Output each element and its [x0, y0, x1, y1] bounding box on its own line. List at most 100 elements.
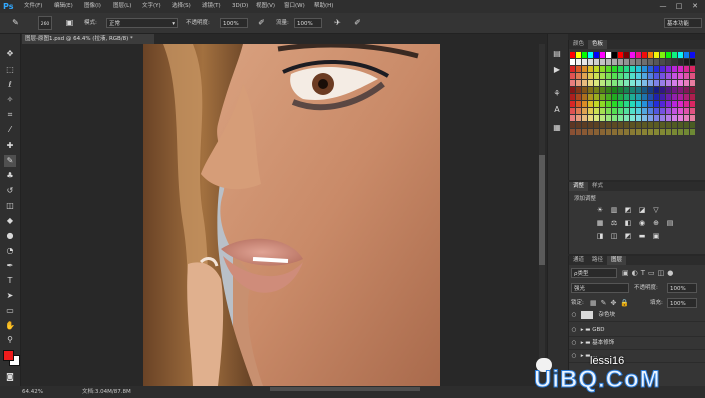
color-swatch[interactable]	[672, 101, 677, 107]
color-swatch[interactable]	[618, 80, 623, 86]
color-swatch[interactable]	[576, 66, 581, 72]
color-swatch[interactable]	[606, 94, 611, 100]
color-swatch[interactable]	[672, 66, 677, 72]
color-swatch[interactable]	[666, 52, 671, 58]
color-swatch[interactable]	[660, 101, 665, 107]
invert-icon[interactable]: ◨	[595, 231, 605, 241]
color-swatch[interactable]	[630, 80, 635, 86]
color-swatch[interactable]	[636, 101, 641, 107]
color-swatch[interactable]	[678, 80, 683, 86]
color-swatch[interactable]	[684, 108, 689, 114]
color-swatch[interactable]	[588, 59, 593, 65]
actions-panel-icon[interactable]: ▶	[551, 64, 563, 76]
menu-3d[interactable]: 3D(D)	[232, 0, 248, 13]
color-swatch[interactable]	[678, 122, 683, 128]
tab-styles[interactable]: 样式	[588, 182, 607, 191]
color-swatch[interactable]	[654, 101, 659, 107]
color-swatch[interactable]	[666, 108, 671, 114]
color-swatch[interactable]	[618, 129, 623, 135]
tab-adjustments[interactable]: 调整	[569, 182, 589, 191]
color-swatch[interactable]	[684, 101, 689, 107]
color-swatch[interactable]	[684, 115, 689, 121]
color-swatch[interactable]	[612, 108, 617, 114]
color-swatch[interactable]	[642, 129, 647, 135]
color-swatch[interactable]	[672, 80, 677, 86]
pressure-size-icon[interactable]: ✐	[352, 17, 363, 28]
dodge-tool-icon[interactable]: ◔	[4, 245, 16, 257]
history-brush-tool-icon[interactable]: ↺	[4, 185, 16, 197]
color-swatch[interactable]	[636, 73, 641, 79]
vibrance-icon[interactable]: ▽	[651, 205, 661, 215]
brush-tool-preset-icon[interactable]: ✎	[10, 17, 21, 28]
color-swatch[interactable]	[594, 73, 599, 79]
color-swatch[interactable]	[642, 52, 647, 58]
color-swatch[interactable]	[636, 115, 641, 121]
color-swatch[interactable]	[594, 94, 599, 100]
color-swatch[interactable]	[636, 94, 641, 100]
color-swatch[interactable]	[594, 122, 599, 128]
color-swatch[interactable]	[576, 122, 581, 128]
color-swatch[interactable]	[594, 115, 599, 121]
shape-tool-icon[interactable]: ▭	[4, 305, 16, 317]
color-swatch[interactable]	[624, 73, 629, 79]
close-window-icon[interactable]: ✕	[689, 0, 701, 13]
color-swatch[interactable]	[588, 129, 593, 135]
color-swatch[interactable]	[642, 108, 647, 114]
color-swatch[interactable]	[582, 87, 587, 93]
color-swatch[interactable]	[612, 73, 617, 79]
color-swatch[interactable]	[600, 94, 605, 100]
gradient-map-icon[interactable]: ▬	[637, 231, 647, 241]
color-swatch[interactable]	[588, 80, 593, 86]
color-swatch[interactable]	[654, 108, 659, 114]
selective-color-icon[interactable]: ▣	[651, 231, 661, 241]
brush-panel-icon[interactable]: ▣	[64, 17, 75, 28]
color-swatch[interactable]	[582, 66, 587, 72]
color-swatch[interactable]	[672, 52, 677, 58]
color-swatch[interactable]	[630, 66, 635, 72]
color-swatch[interactable]	[648, 129, 653, 135]
minimize-icon[interactable]: —	[657, 0, 669, 13]
history-panel-icon[interactable]: ▤	[551, 48, 563, 60]
document-image[interactable]	[143, 44, 440, 386]
color-swatch[interactable]	[690, 129, 695, 135]
color-swatch[interactable]	[642, 59, 647, 65]
color-swatch[interactable]	[648, 59, 653, 65]
color-swatch[interactable]	[648, 80, 653, 86]
color-swatch[interactable]	[594, 80, 599, 86]
color-swatch[interactable]	[618, 52, 623, 58]
layer-opacity-input[interactable]: 100%	[667, 283, 697, 293]
color-swatch[interactable]	[600, 73, 605, 79]
color-swatch[interactable]	[606, 59, 611, 65]
color-swatch[interactable]	[666, 94, 671, 100]
character-panel-icon[interactable]: A	[551, 104, 563, 116]
healing-brush-tool-icon[interactable]: ✚	[4, 140, 16, 152]
color-swatch[interactable]	[660, 80, 665, 86]
color-swatch[interactable]	[672, 73, 677, 79]
horizontal-scroll-thumb[interactable]	[270, 387, 420, 391]
tab-channels[interactable]: 通道	[569, 256, 588, 265]
layer-group-row[interactable]: ○ ▸ ▬ 基本修饰	[569, 338, 705, 350]
color-swatch[interactable]	[654, 59, 659, 65]
tab-layers[interactable]: 图层	[607, 256, 627, 265]
color-swatch[interactable]	[576, 101, 581, 107]
color-swatch[interactable]	[612, 66, 617, 72]
threshold-icon[interactable]: ◩	[623, 231, 633, 241]
color-swatch[interactable]	[690, 59, 695, 65]
color-swatch[interactable]	[678, 66, 683, 72]
color-swatch[interactable]	[654, 129, 659, 135]
blur-tool-icon[interactable]: ●	[4, 230, 16, 242]
color-swatch[interactable]	[594, 101, 599, 107]
document-tab[interactable]: 图层-原图1.psd @ 64.4% (拉液, RGB/8) *	[22, 34, 154, 44]
color-swatch[interactable]	[678, 129, 683, 135]
lasso-tool-icon[interactable]: ℓ	[4, 79, 16, 91]
color-swatch[interactable]	[684, 52, 689, 58]
color-swatch[interactable]	[600, 129, 605, 135]
color-swatch[interactable]	[690, 66, 695, 72]
color-swatch[interactable]	[624, 129, 629, 135]
color-swatch[interactable]	[684, 80, 689, 86]
menu-help[interactable]: 帮助(H)	[314, 0, 333, 13]
color-swatch[interactable]	[672, 87, 677, 93]
color-swatch[interactable]	[630, 94, 635, 100]
color-swatch[interactable]	[684, 94, 689, 100]
color-swatch[interactable]	[666, 73, 671, 79]
